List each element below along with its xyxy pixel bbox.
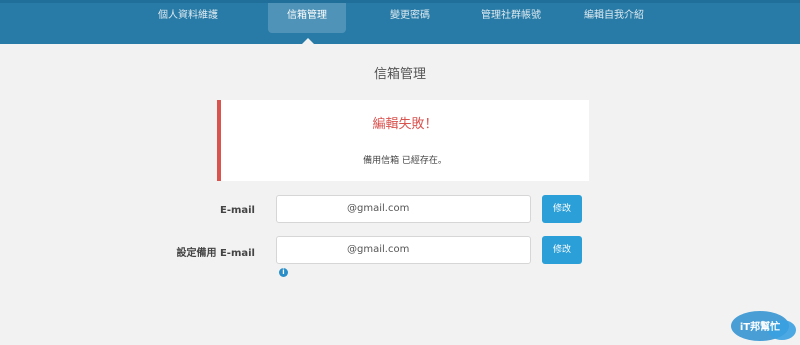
info-icon[interactable]: i [279, 268, 288, 277]
tab-change-password-label: 變更密碼 [390, 10, 430, 21]
tab-edit-intro[interactable]: 編輯自我介紹 [568, 3, 660, 33]
alert-title: 編輯失敗！ [372, 117, 438, 132]
backup-email-label: 設定備用 E-mail [176, 248, 256, 259]
tab-email-management-label: 信箱管理 [287, 10, 327, 21]
error-alert: 編輯失敗！ 備用信箱 已經存在。 [217, 100, 589, 181]
ithome-watermark-logo: iT邦幫忙 [731, 311, 796, 341]
tab-social-accounts-label: 管理社群帳號 [481, 10, 541, 21]
tab-social-accounts[interactable]: 管理社群帳號 [465, 3, 557, 33]
email-field[interactable]: @gmail.com [276, 195, 531, 223]
top-navigation-bar: 個人資料維護 信箱管理 變更密碼 管理社群帳號 編輯自我介紹 [0, 0, 800, 44]
page-title: 信箱管理 [373, 67, 426, 82]
edit-email-button[interactable]: 修改 [542, 195, 582, 223]
alert-message: 備用信箱 已經存在。 [363, 156, 447, 166]
tab-email-management[interactable]: 信箱管理 [268, 3, 346, 33]
tab-change-password[interactable]: 變更密碼 [370, 3, 450, 33]
active-tab-indicator [302, 38, 314, 44]
email-label: E-mail [219, 205, 255, 216]
edit-backup-email-button[interactable]: 修改 [542, 236, 582, 264]
tab-profile-label: 個人資料維護 [158, 10, 218, 21]
tab-edit-intro-label: 編輯自我介紹 [584, 10, 644, 21]
tab-profile[interactable]: 個人資料維護 [133, 3, 243, 33]
watermark-text: iT邦幫忙 [740, 320, 780, 333]
backup-email-field[interactable]: @gmail.com [276, 236, 531, 264]
